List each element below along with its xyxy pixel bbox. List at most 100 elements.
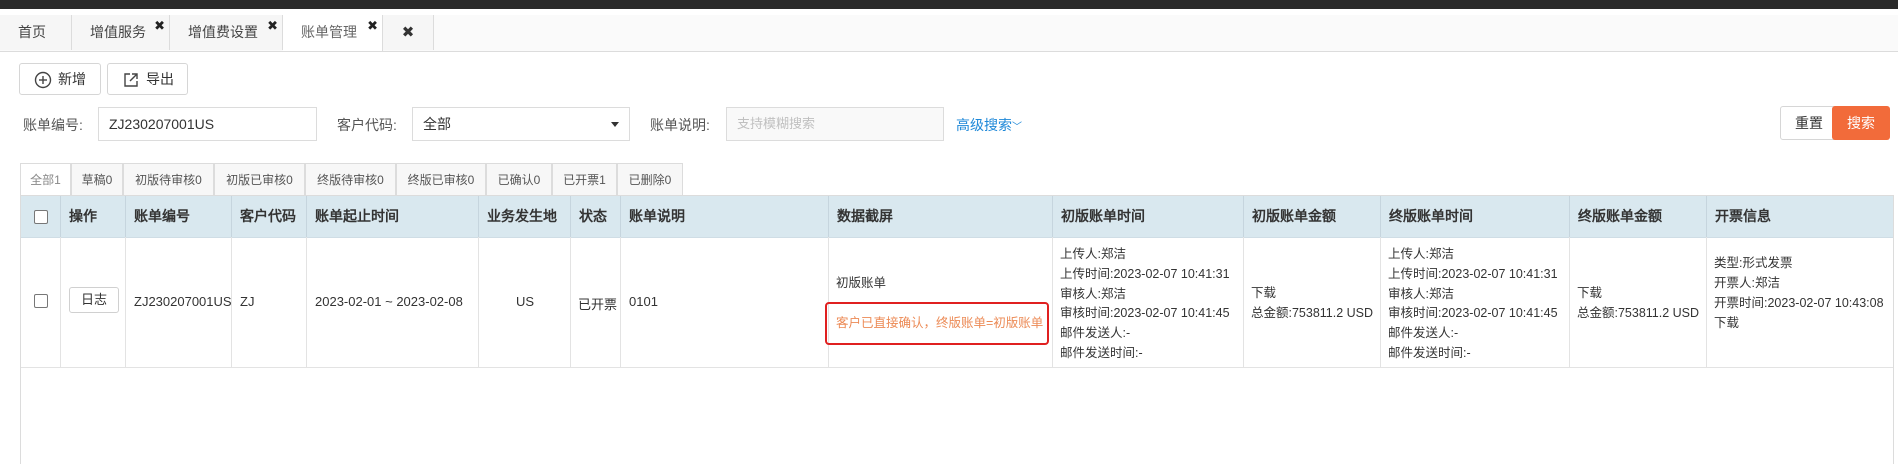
customer-code-cell: ZJ xyxy=(232,237,307,367)
final-time-cell: 上传人:郑洁 上传时间:2023-02-07 10:41:31 审核人:郑洁 审… xyxy=(1381,237,1570,367)
final-upload-time: 上传时间:2023-02-07 10:41:31 xyxy=(1388,267,1558,281)
header-bill-no: 账单编号 xyxy=(126,196,232,237)
status-cell: 已开票 xyxy=(571,237,621,367)
export-button[interactable]: 导出 xyxy=(107,63,188,95)
location-value: US xyxy=(515,294,535,309)
header-select-all-cell xyxy=(21,196,61,237)
header-customer-code: 客户代码 xyxy=(232,196,307,237)
tab-label: 账单管理 xyxy=(301,24,357,40)
export-icon xyxy=(124,73,138,87)
initial-amount-cell: 下载 总金额:753811.2 USD xyxy=(1244,237,1381,367)
page-tabs: 首页 增值服务 ✖ 增值费设置 ✖ 账单管理 ✖ ✖ xyxy=(0,15,1898,52)
initial-uploader: 上传人:郑洁 xyxy=(1060,247,1126,261)
header-screenshot: 数据截屏 xyxy=(829,196,1053,237)
invoice-download-link[interactable]: 下载 xyxy=(1714,314,1739,334)
initial-reviewer: 审核人:郑洁 xyxy=(1060,287,1126,301)
header-status: 状态 xyxy=(571,196,621,237)
tab-label: 增值服务 xyxy=(90,24,146,40)
status-tab-final-approved[interactable]: 终版已审核0 xyxy=(396,163,486,195)
bill-no-label: 账单编号: xyxy=(23,117,83,133)
description-cell: 0101 xyxy=(621,237,829,367)
header-initial-amount: 初版账单金额 xyxy=(1244,196,1381,237)
bill-desc-label: 账单说明: xyxy=(650,117,710,133)
initial-bill-link[interactable]: 初版账单 xyxy=(836,274,886,294)
tab-value-added-service[interactable]: 增值服务 ✖ xyxy=(72,15,170,50)
export-button-label: 导出 xyxy=(146,71,174,87)
initial-upload-time: 上传时间:2023-02-07 10:41:31 xyxy=(1060,267,1230,281)
add-button-label: 新增 xyxy=(58,71,86,87)
status-value: 已开票 xyxy=(578,297,618,312)
status-tab-initial-approved[interactable]: 初版已审核0 xyxy=(214,163,305,195)
tab-home[interactable]: 首页 xyxy=(0,15,72,50)
reset-button[interactable]: 重置 xyxy=(1780,106,1838,140)
location-cell: US xyxy=(479,237,571,367)
final-amount-cell: 下载 总金额:753811.2 USD xyxy=(1570,237,1707,367)
header-location: 业务发生地 xyxy=(479,196,571,237)
status-tab-deleted[interactable]: 已删除0 xyxy=(617,163,683,195)
advanced-search-label: 高级搜索 xyxy=(956,117,1012,133)
tab-label: 首页 xyxy=(18,24,46,40)
status-tab-final-pending[interactable]: 终版待审核0 xyxy=(305,163,396,195)
final-mail-sender: 邮件发送人:- xyxy=(1388,326,1459,340)
period-cell: 2023-02-01 ~ 2023-02-08 xyxy=(307,237,479,367)
status-tab-confirmed[interactable]: 已确认0 xyxy=(486,163,552,195)
customer-code-value: 全部 xyxy=(423,116,451,132)
final-uploader: 上传人:郑洁 xyxy=(1388,247,1454,261)
initial-total-amount: 总金额:753811.2 USD xyxy=(1251,306,1374,320)
plus-circle-icon xyxy=(34,71,52,89)
period-value: 2023-02-01 ~ 2023-02-08 xyxy=(315,294,463,309)
header-final-amount: 终版账单金额 xyxy=(1570,196,1707,237)
row-checkbox[interactable] xyxy=(34,294,48,308)
select-all-checkbox[interactable] xyxy=(34,210,48,224)
final-mail-time: 邮件发送时间:- xyxy=(1388,346,1471,360)
bill-no-cell: ZJ230207001US xyxy=(126,237,232,367)
header-initial-time: 初版账单时间 xyxy=(1053,196,1244,237)
highlight-box xyxy=(825,302,1049,345)
final-total-amount: 总金额:753811.2 USD xyxy=(1577,306,1700,320)
tab-label: 增值费设置 xyxy=(188,24,258,40)
chevron-down-icon xyxy=(611,122,619,127)
log-button[interactable]: 日志 xyxy=(69,287,119,313)
final-review-time: 审核时间:2023-02-07 10:41:45 xyxy=(1388,306,1558,320)
search-button[interactable]: 搜索 xyxy=(1832,106,1890,140)
status-tab-invoiced[interactable]: 已开票1 xyxy=(552,163,617,195)
close-all-icon: ✖ xyxy=(401,24,415,41)
row-checkbox-cell xyxy=(21,237,61,367)
invoice-info-cell: 类型:形式发票 开票人:郑洁 开票时间:2023-02-07 10:43:08 … xyxy=(1707,237,1893,367)
status-tab-draft[interactable]: 草稿0 xyxy=(71,163,123,195)
header-action: 操作 xyxy=(61,196,126,237)
customer-code-select[interactable]: 全部 xyxy=(412,107,630,141)
status-tab-all[interactable]: 全部1 xyxy=(20,163,71,195)
invoice-time: 开票时间:2023-02-07 10:43:08 xyxy=(1714,296,1884,310)
bill-no-value: ZJ230207001US xyxy=(134,294,232,309)
initial-mail-sender: 邮件发送人:- xyxy=(1060,326,1131,340)
final-download-link[interactable]: 下载 xyxy=(1577,284,1602,304)
customer-code-value: ZJ xyxy=(240,294,255,309)
customer-code-label: 客户代码: xyxy=(337,117,397,133)
top-bar xyxy=(0,0,1898,9)
header-period: 账单起止时间 xyxy=(307,196,479,237)
initial-time-cell: 上传人:郑洁 上传时间:2023-02-07 10:41:31 审核人:郑洁 审… xyxy=(1053,237,1244,367)
advanced-search-link[interactable]: 高级搜索﹀ xyxy=(956,115,1022,135)
bill-desc-input[interactable]: 支持模糊搜索 xyxy=(726,107,944,141)
close-icon[interactable]: ✖ xyxy=(154,8,165,43)
initial-download-link[interactable]: 下载 xyxy=(1251,284,1276,304)
header-description: 账单说明 xyxy=(621,196,829,237)
action-cell: 日志 xyxy=(61,237,126,367)
add-button[interactable]: 新增 xyxy=(19,63,101,95)
close-icon[interactable]: ✖ xyxy=(367,8,378,43)
tab-value-added-fee-settings[interactable]: 增值费设置 ✖ xyxy=(170,15,283,50)
initial-review-time: 审核时间:2023-02-07 10:41:45 xyxy=(1060,306,1230,320)
description-value: 0101 xyxy=(629,294,658,309)
bill-no-input[interactable]: ZJ230207001US xyxy=(98,107,317,141)
invoice-type: 类型:形式发票 xyxy=(1714,256,1793,270)
close-icon[interactable]: ✖ xyxy=(267,8,278,43)
chevron-down-icon: ﹀ xyxy=(1012,122,1022,133)
close-all-tabs-button[interactable]: ✖ xyxy=(383,15,434,50)
status-tab-initial-pending[interactable]: 初版待审核0 xyxy=(123,163,214,195)
invoice-issuer: 开票人:郑洁 xyxy=(1714,276,1780,290)
final-reviewer: 审核人:郑洁 xyxy=(1388,287,1454,301)
tab-bill-management[interactable]: 账单管理 ✖ xyxy=(283,15,383,51)
header-invoice-info: 开票信息 xyxy=(1715,208,1771,224)
initial-mail-time: 邮件发送时间:- xyxy=(1060,346,1143,360)
